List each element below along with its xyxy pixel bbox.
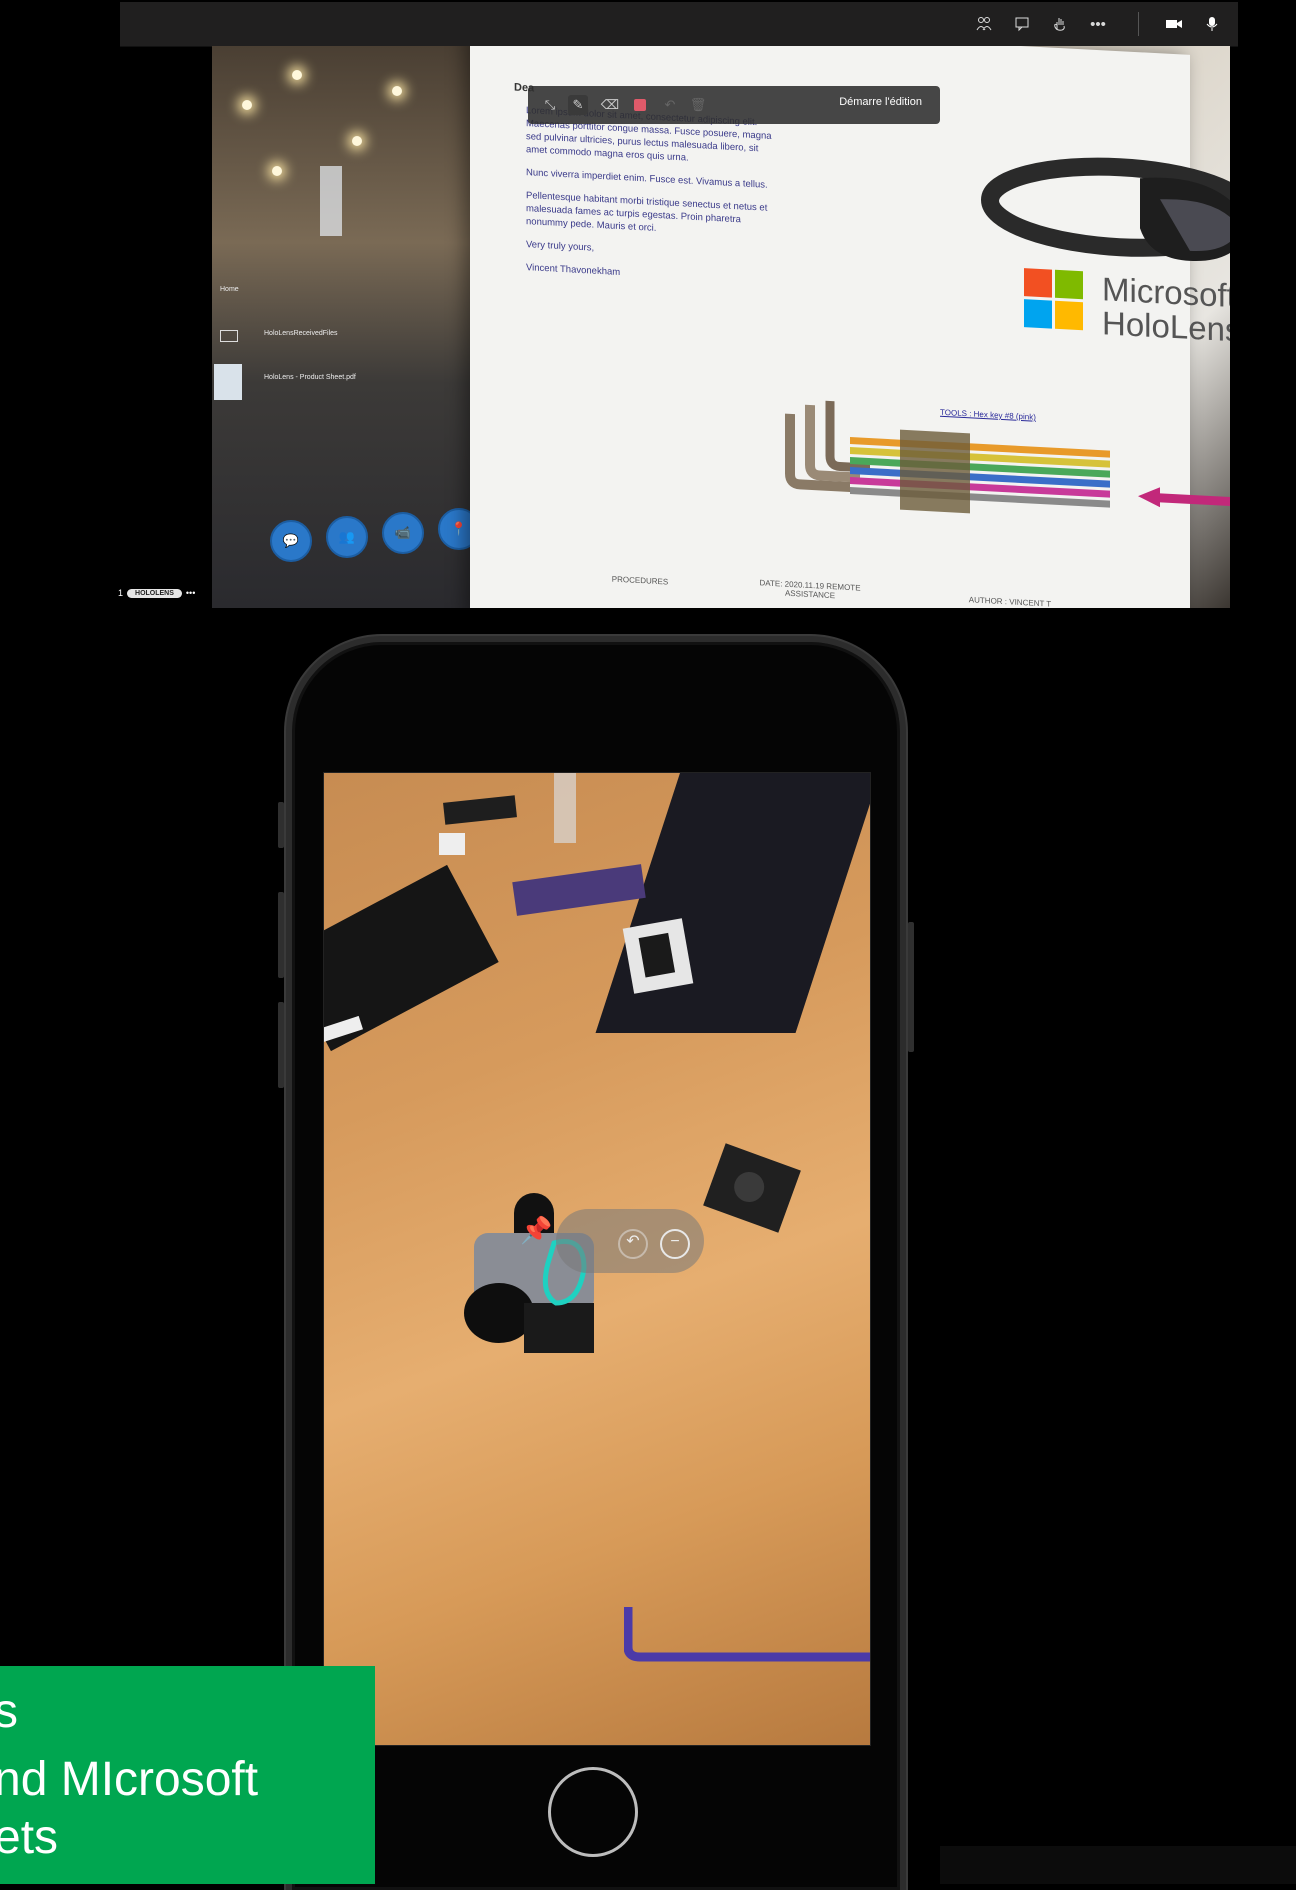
hex-key-object (624, 1607, 870, 1662)
undo-icon[interactable]: ↶ (660, 95, 680, 115)
start-editing-button[interactable]: Démarre l'édition (839, 96, 922, 108)
participant-menu-icon[interactable]: ••• (186, 588, 195, 598)
more-icon[interactable]: ••• (1084, 10, 1112, 38)
participants-icon[interactable] (970, 10, 998, 38)
hud-file-product-sheet[interactable]: HoloLens - Product Sheet.pdf (264, 374, 356, 381)
doc-closing: Very truly yours, (526, 239, 595, 254)
participant-label: 1 HOLOLENS ••• (118, 588, 195, 598)
caption-line-1: s (0, 1685, 18, 1738)
pink-arrow-annotation (1138, 487, 1230, 509)
call-stage: ••• Home HoloLensReceivedFiles HoloLens … (20, 0, 1292, 610)
caption-banner: s nd MIcrosoft ets (0, 1666, 375, 1884)
floor-background (595, 773, 870, 1033)
brand-wordmark: Microsoft HoloLens (1102, 270, 1230, 349)
product-sheet-document: Dea Lorem ipsum dolor sit amet, consecte… (470, 46, 1230, 608)
hololens-video-feed: Home HoloLensReceivedFiles HoloLens - Pr… (212, 46, 1230, 608)
doc-signature: Vincent Thavonekham (526, 262, 621, 279)
bottle-object (554, 773, 576, 843)
doc-footer: PROCEDURES DATE: 2020.11.19 REMOTE ASSIS… (550, 541, 1170, 608)
raise-hand-icon[interactable] (1046, 10, 1074, 38)
mount-plate-object (703, 1143, 801, 1233)
pdf-thumbnail (214, 364, 242, 400)
microphone-icon[interactable] (1198, 10, 1226, 38)
doc-paragraph: Pellentesque habitant morbi tristique se… (526, 190, 768, 234)
color-swatch-icon[interactable] (630, 95, 650, 115)
ar-undo-icon[interactable]: ↶ (618, 1229, 648, 1259)
pen-icon[interactable]: ✎ (568, 95, 588, 115)
footer-date: DATE: 2020.11.19 REMOTE ASSISTANCE (759, 578, 861, 601)
bottom-strip (940, 1846, 1296, 1884)
microsoft-logo-icon (1024, 268, 1084, 331)
small-box-object (439, 833, 465, 855)
hud-file-received[interactable]: HoloLensReceivedFiles (264, 330, 338, 337)
ar-remove-icon[interactable]: − (660, 1229, 690, 1259)
home-button[interactable] (548, 1767, 638, 1857)
volume-up-button (278, 892, 284, 978)
collapse-icon[interactable]: ⤡ (540, 95, 560, 115)
caption-line-2: nd MIcrosoft (0, 1753, 259, 1806)
ink-toolbar: ⤡ ✎ ⌫ ↶ 🗑 Démarre l'édition (528, 86, 940, 124)
eraser-icon[interactable]: ⌫ (600, 95, 620, 115)
phone-frame: ↶ − 📌 (278, 636, 914, 1890)
notebook-object (512, 864, 646, 916)
hud-home-label[interactable]: Home (220, 286, 239, 293)
chat-hud-icon[interactable]: 💬 (270, 520, 312, 562)
doc-body: Lorem ipsum dolor sit amet, consectetur … (526, 104, 776, 297)
brand-line-2: HoloLens (1102, 304, 1230, 349)
room-background: Home HoloLensReceivedFiles HoloLens - Pr… (212, 46, 480, 608)
chat-icon[interactable] (1008, 10, 1036, 38)
power-outlet-object (622, 918, 694, 994)
ar-annotation-toolbar: ↶ − (556, 1209, 704, 1273)
phone-object (443, 795, 517, 825)
power-button (908, 922, 914, 1052)
mute-switch (278, 802, 284, 848)
participant-index: 1 (118, 588, 124, 598)
footer-author: AUTHOR : VINCENT T (968, 595, 1052, 608)
footer-procedures: PROCEDURES (611, 574, 669, 587)
participant-name: HOLOLENS (127, 588, 182, 598)
video-hud-icon[interactable]: 📹 (382, 512, 424, 554)
hex-keys-image (785, 400, 1110, 514)
volume-down-button (278, 1002, 284, 1088)
doc-paragraph: Nunc viverra imperdiet enim. Fusce est. … (526, 167, 768, 191)
toolbar-divider (1138, 12, 1139, 36)
folder-icon (220, 330, 238, 342)
ar-pin-icon[interactable]: 📌 (520, 1215, 552, 1247)
phone-camera-view: ↶ − 📌 (323, 772, 871, 1746)
camera-icon[interactable] (1160, 10, 1188, 38)
call-toolbar: ••• (120, 2, 1238, 47)
delete-icon[interactable]: 🗑 (688, 95, 708, 115)
participants-hud-icon[interactable]: 👥 (326, 516, 368, 558)
caption-line-3: ets (0, 1811, 59, 1864)
